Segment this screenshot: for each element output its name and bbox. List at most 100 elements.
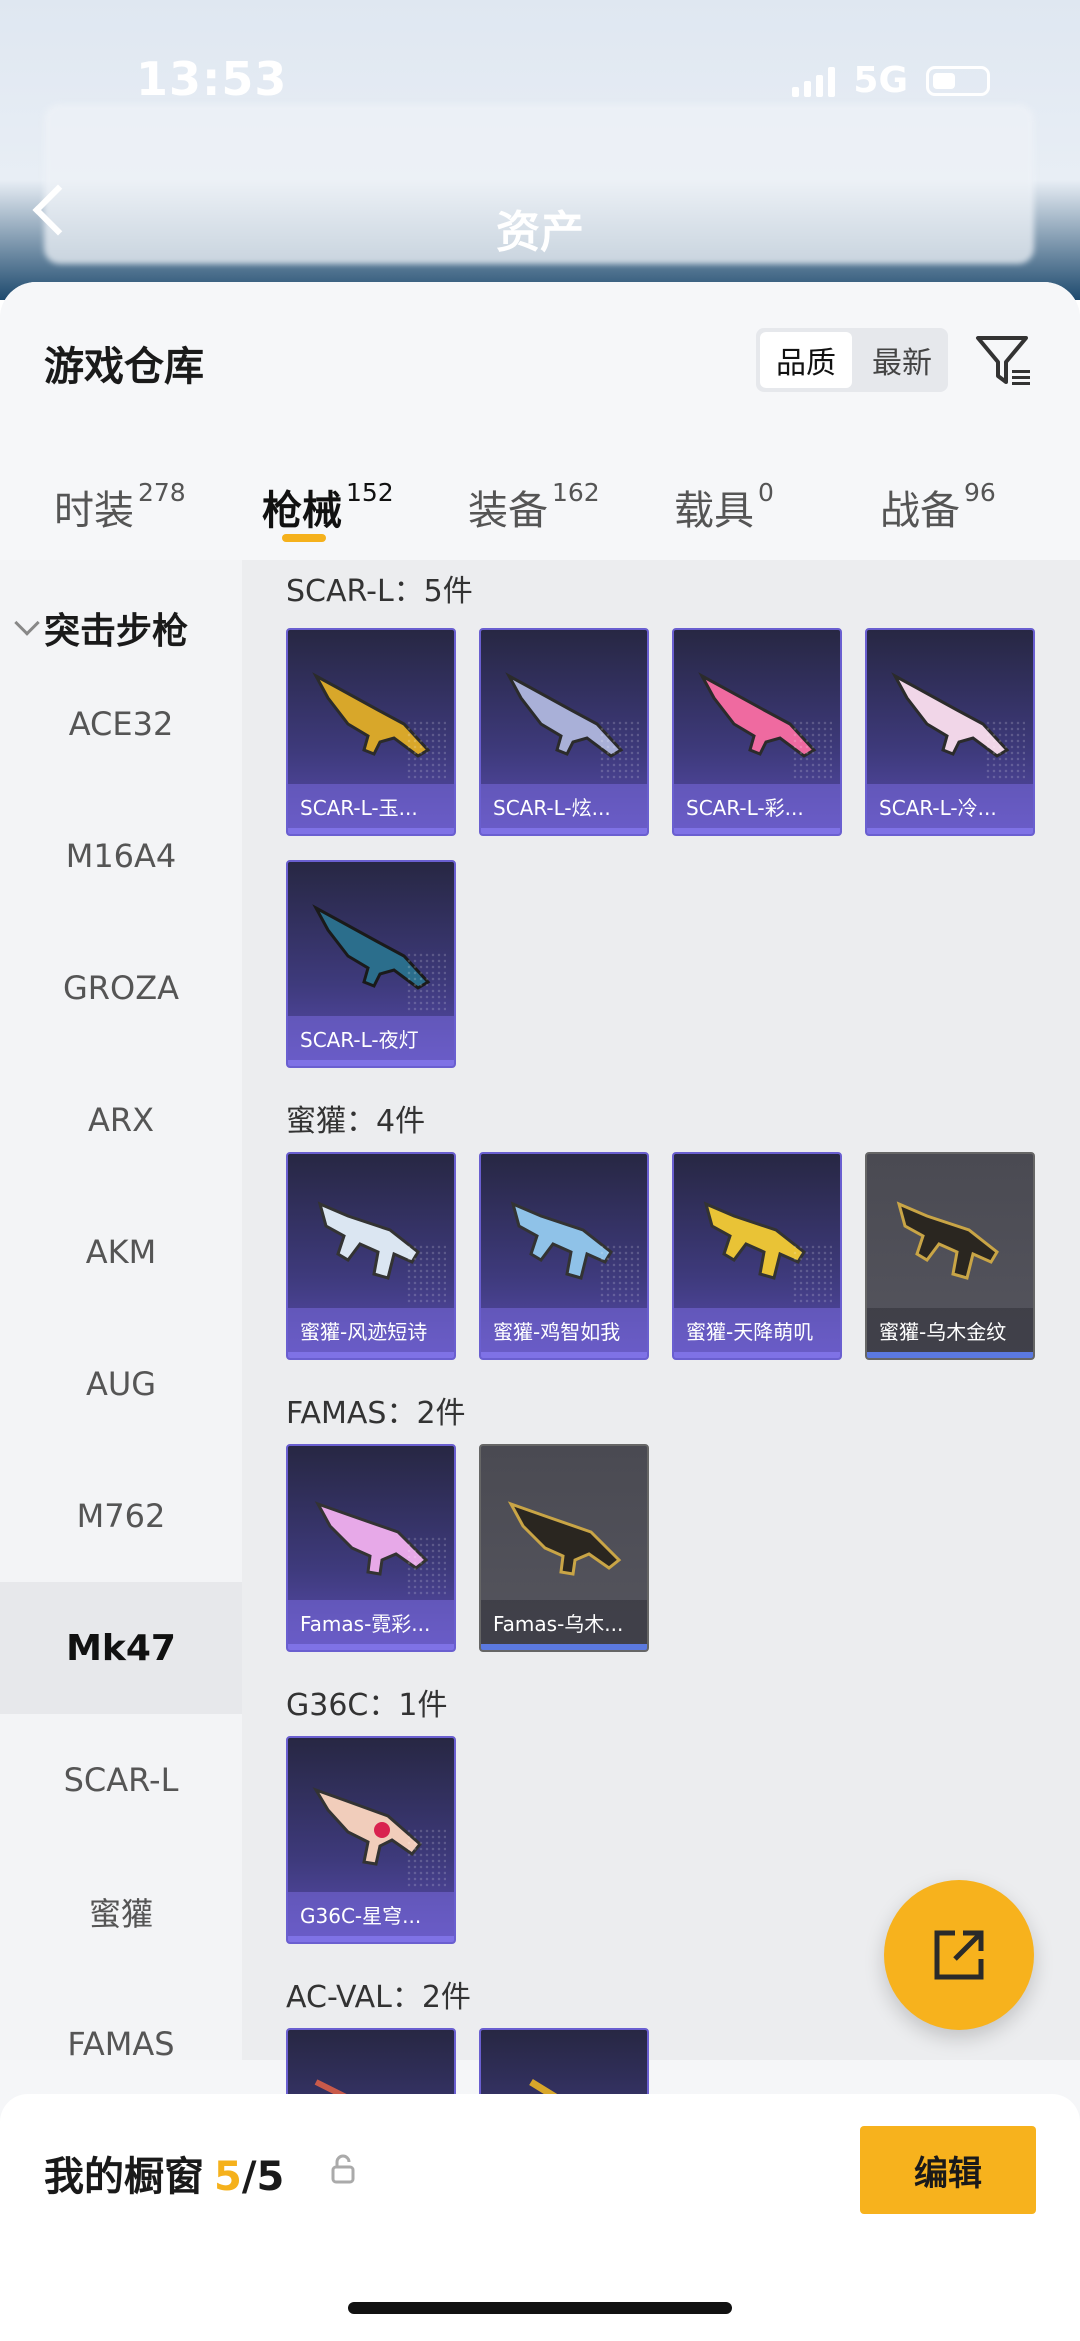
group-title-honey-badger: 蜜獾：4件 <box>286 1104 426 1139</box>
skin-name: SCAR-L-炫... <box>481 784 647 828</box>
showcase-label: 我的橱窗 <box>44 2154 204 2200</box>
skin-card[interactable]: SCAR-L-玉... <box>286 628 456 836</box>
group-title-g36c: G36C：1件 <box>286 1688 448 1723</box>
tab-fashion[interactable]: 时装 278 <box>54 478 186 536</box>
card-pattern <box>406 952 446 1012</box>
group-title-ac-val: AC-VAL：2件 <box>286 1980 471 2015</box>
skin-card[interactable]: 蜜獾-风迹短诗 <box>286 1152 456 1360</box>
sort-quality-button[interactable]: 品质 <box>760 332 852 388</box>
skin-name: 蜜獾-风迹短诗 <box>288 1308 454 1352</box>
tab-label: 载具 <box>674 488 754 534</box>
card-pattern <box>406 720 446 780</box>
tab-count: 162 <box>552 478 600 507</box>
tab-label: 战备 <box>880 488 960 534</box>
sort-toggle: 品质 最新 <box>756 328 948 392</box>
network-label: 5G <box>853 60 908 101</box>
sidebar-item-scar-l[interactable]: SCAR-L <box>0 1714 242 1846</box>
rarity-bar <box>288 1936 454 1942</box>
card-pattern <box>792 720 832 780</box>
sheet-title: 游戏仓库 <box>44 344 204 390</box>
showcase-title: 我的橱窗 5 /5 <box>44 2144 284 2202</box>
external-link-icon <box>934 1930 984 1980</box>
rarity-bar <box>867 828 1033 834</box>
card-pattern <box>406 1536 446 1596</box>
skin-name: SCAR-L-冷... <box>867 784 1033 828</box>
tab-supplies[interactable]: 战备 96 <box>880 478 996 536</box>
skin-name: SCAR-L-玉... <box>288 784 454 828</box>
card-pattern <box>599 1244 639 1304</box>
sidebar-item-arx[interactable]: ARX <box>0 1054 242 1186</box>
skin-card[interactable]: 蜜獾-天降萌叽 <box>672 1152 842 1360</box>
tab-firearms[interactable]: 枪械 152 <box>262 478 394 536</box>
rifle-icon <box>507 1501 622 1576</box>
share-button[interactable] <box>884 1880 1034 2030</box>
weapon-sidebar: 突击步枪 ACE32 M16A4 GROZA ARX AKM AUG M762 … <box>0 560 242 2063</box>
rarity-bar <box>674 1352 840 1358</box>
rarity-bar <box>288 1060 454 1066</box>
sheet-header: 游戏仓库 品质 最新 <box>0 282 1080 456</box>
weapon-grid: SCAR-L：5件 SCAR-L-玉... SCAR-L-炫... SCAR-L… <box>242 560 1080 2060</box>
showcase-total: /5 <box>241 2154 285 2200</box>
warehouse-sheet: 游戏仓库 品质 最新 时装 278 枪械 152 装备 162 载具 0 战备 … <box>0 282 1080 2341</box>
skin-card[interactable]: G36C-星穹... <box>286 1736 456 1944</box>
skin-card[interactable]: Famas-乌木... <box>479 1444 649 1652</box>
skin-name: 蜜獾-乌木金纹 <box>867 1308 1033 1352</box>
skin-card[interactable]: SCAR-L-冷... <box>865 628 1035 836</box>
smg-icon <box>896 1201 999 1280</box>
tab-label: 时装 <box>54 488 134 534</box>
category-tabs: 时装 278 枪械 152 装备 162 载具 0 战备 96 <box>0 456 1080 560</box>
skin-card[interactable]: 蜜獾-鸡智如我 <box>479 1152 649 1360</box>
showcase-current: 5 <box>214 2154 242 2200</box>
sort-latest-button[interactable]: 最新 <box>856 328 948 392</box>
card-pattern <box>406 1828 446 1888</box>
sidebar-item-mk47[interactable]: Mk47 <box>0 1582 242 1714</box>
skin-name: SCAR-L-夜灯 <box>288 1016 454 1060</box>
sidebar-item-m762[interactable]: M762 <box>0 1450 242 1582</box>
sidebar-item-honey-badger[interactable]: 蜜獾 <box>0 1846 242 1978</box>
skin-name: Famas-乌木... <box>481 1600 647 1644</box>
skin-name: SCAR-L-彩... <box>674 784 840 828</box>
rarity-bar <box>481 828 647 834</box>
filter-icon[interactable] <box>974 330 1034 390</box>
skin-card[interactable]: SCAR-L-彩... <box>672 628 842 836</box>
rarity-bar <box>481 1352 647 1358</box>
tab-count: 152 <box>346 478 394 507</box>
group-title-scar-l: SCAR-L：5件 <box>286 574 473 609</box>
rarity-bar <box>288 1352 454 1358</box>
sidebar-item-groza[interactable]: GROZA <box>0 922 242 1054</box>
sidebar-item-akm[interactable]: AKM <box>0 1186 242 1318</box>
sidebar-item-aug[interactable]: AUG <box>0 1318 242 1450</box>
skin-card[interactable]: SCAR-L-夜灯 <box>286 860 456 1068</box>
tab-vehicles[interactable]: 载具 0 <box>674 478 774 536</box>
status-time: 13:53 <box>136 52 288 106</box>
lock-icon <box>331 2154 355 2184</box>
tab-count: 0 <box>758 478 774 507</box>
skin-card[interactable]: Famas-霓彩... <box>286 1444 456 1652</box>
skin-name: G36C-星穹... <box>288 1892 454 1936</box>
tab-label: 装备 <box>468 488 548 534</box>
status-indicators: 5G <box>792 60 990 101</box>
battery-icon <box>926 65 990 96</box>
rarity-bar <box>288 1644 454 1650</box>
sidebar-category-label: 突击步枪 <box>44 611 189 652</box>
group-title-famas: FAMAS：2件 <box>286 1396 466 1431</box>
skin-card[interactable]: SCAR-L-炫... <box>479 628 649 836</box>
sidebar-item-famas[interactable]: FAMAS <box>0 1978 242 2110</box>
rarity-bar <box>481 1644 647 1650</box>
tab-equipment[interactable]: 装备 162 <box>468 478 600 536</box>
card-pattern <box>792 1244 832 1304</box>
skin-name: 蜜獾-鸡智如我 <box>481 1308 647 1352</box>
skin-card[interactable]: 蜜獾-乌木金纹 <box>865 1152 1035 1360</box>
skin-name: Famas-霓彩... <box>288 1600 454 1644</box>
sidebar-item-ace32[interactable]: ACE32 <box>0 658 242 790</box>
card-pattern <box>406 1244 446 1304</box>
tab-count: 278 <box>138 478 186 507</box>
signal-icon <box>792 65 836 97</box>
edit-button[interactable]: 编辑 <box>860 2126 1036 2214</box>
sidebar-category-assault-rifle[interactable]: 突击步枪 <box>14 602 189 654</box>
background-header: 13:53 5G 资产 <box>0 0 1080 300</box>
sidebar-item-m16a4[interactable]: M16A4 <box>0 790 242 922</box>
background-title: 资产 <box>496 207 584 258</box>
active-tab-indicator <box>282 534 326 542</box>
skin-name: 蜜獾-天降萌叽 <box>674 1308 840 1352</box>
